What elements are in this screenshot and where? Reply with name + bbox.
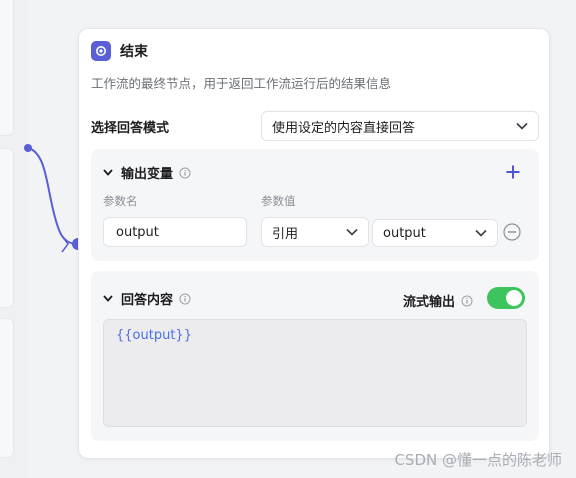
end-node-card[interactable]: 结束 工作流的最终节点，用于返回工作流运行后的结果信息 选择回答模式 使用设定的… [78,28,550,459]
answer-content-title: 回答内容 [121,293,174,308]
chevron-down-icon [103,295,113,302]
param-name-value: output [116,224,159,240]
answer-content-section: 回答内容 流式输出 {{output}} [91,271,539,441]
ref-value-value: output [383,225,426,241]
chevron-down-icon [475,229,487,237]
ref-type-select[interactable]: 引用 [261,217,369,247]
connector-source-dot[interactable] [24,144,32,152]
param-value-column-label: 参数值 [261,194,296,208]
node-header: 结束 [91,41,148,61]
chevron-down-icon [103,169,113,176]
answer-mode-label: 选择回答模式 [91,121,170,136]
ref-value-select[interactable]: output [372,219,498,247]
chevron-down-icon [516,122,528,130]
stream-output-control: 流式输出 [403,291,473,310]
param-name-input[interactable]: output [103,217,247,247]
node-title: 结束 [120,44,148,60]
info-icon[interactable] [461,295,473,307]
param-name-column-label: 参数名 [103,194,138,208]
answer-content-header[interactable]: 回答内容 [103,289,191,308]
answer-mode-value: 使用设定的内容直接回答 [272,120,416,136]
output-vars-section: 输出变量 参数名 参数值 output 引用 output [91,149,539,261]
add-variable-icon[interactable] [505,164,521,180]
remove-variable-icon[interactable] [503,223,521,241]
end-node-icon [91,41,111,61]
watermark-text: CSDN @懂一点的陈老师 [394,451,562,469]
answer-template-textarea[interactable]: {{output}} [103,319,527,427]
answer-mode-row: 选择回答模式 使用设定的内容直接回答 [91,111,539,141]
answer-template-value: {{output}} [116,328,192,343]
toggle-knob [506,290,522,306]
info-icon[interactable] [179,167,191,179]
output-vars-title: 输出变量 [121,167,174,182]
stream-output-label: 流式输出 [403,295,456,310]
canvas-panel [0,318,14,458]
output-vars-header[interactable]: 输出变量 [103,163,191,182]
info-icon[interactable] [179,293,191,305]
answer-mode-select[interactable]: 使用设定的内容直接回答 [261,111,539,141]
node-description: 工作流的最终节点，用于返回工作流运行后的结果信息 [91,76,392,91]
watermark: CSDN @懂一点的陈老师 [394,449,562,470]
ref-type-value: 引用 [272,226,299,242]
chevron-down-icon [346,228,358,236]
stream-output-toggle[interactable] [487,287,525,309]
